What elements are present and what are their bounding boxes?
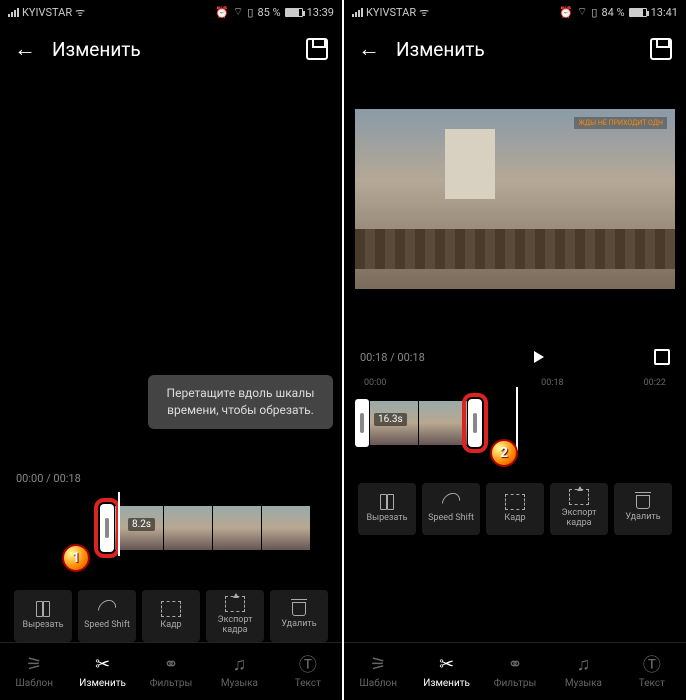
carrier-label: KYIVSTAR: [366, 6, 416, 19]
wifi-icon: ᯤ: [75, 5, 85, 20]
header: ← Изменить: [0, 24, 342, 74]
tool-delete[interactable]: Удалить: [614, 483, 672, 535]
speed-icon: [438, 489, 463, 514]
tool-cut[interactable]: Вырезать: [14, 590, 72, 642]
brush-icon: ⚞: [368, 654, 388, 674]
battery-icon: [629, 8, 647, 17]
nav-filters[interactable]: ⚭Фильтры: [137, 643, 205, 700]
tool-export[interactable]: Экспорт кадра: [206, 590, 264, 642]
header: ← Изменить: [344, 24, 686, 74]
clock-label: 13:41: [651, 6, 678, 19]
back-button[interactable]: ←: [14, 36, 36, 62]
tool-frame[interactable]: Кадр: [486, 483, 544, 535]
clip-duration: 8.2s: [128, 518, 155, 531]
wifi-icon: ᯤ: [419, 5, 429, 20]
battery-percent: 84 %: [601, 6, 624, 19]
nav-template[interactable]: ⚞Шаблон: [0, 643, 68, 700]
bluetooth-icon: ⌔: [233, 5, 243, 19]
clip-duration: 16.3s: [374, 413, 407, 426]
signal-icon: [8, 7, 19, 17]
trim-handle-right[interactable]: [468, 399, 482, 447]
video-preview: [0, 74, 342, 334]
timeline[interactable]: 8.2s 1: [0, 500, 342, 560]
nav-music[interactable]: ♫Музыка: [549, 643, 617, 700]
status-bar: KYIVSTAR ᯤ ⏰ ⌔ ▯ 84 % 13:41: [344, 0, 686, 24]
phone-right: KYIVSTAR ᯤ ⏰ ⌔ ▯ 84 % 13:41 ← Изменить Ж…: [344, 0, 686, 700]
phone-left: KYIVSTAR ᯤ ⏰ ⌔ ▯ 85 % 13:39 ← Изменить 0…: [0, 0, 342, 700]
nav-text[interactable]: ⓉТекст: [618, 643, 686, 700]
tool-row: Вырезать Speed Shift Кадр Экспорт кадра …: [344, 483, 686, 535]
bottom-nav: ⚞Шаблон ✂Изменить ⚭Фильтры ♫Музыка ⓉТекс…: [344, 642, 686, 700]
frame-icon: [505, 494, 525, 510]
scissors-icon: ✂: [93, 654, 113, 674]
page-title: Изменить: [396, 38, 634, 61]
delete-icon: [292, 602, 306, 616]
music-icon: ♫: [573, 654, 593, 674]
tool-row: Вырезать Speed Shift Кадр Экспорт кадра …: [0, 590, 342, 642]
export-icon: [569, 489, 589, 505]
carrier-label: KYIVSTAR: [22, 6, 72, 19]
trim-handle-left[interactable]: [355, 399, 369, 447]
battery-icon: [285, 8, 303, 17]
playhead[interactable]: [118, 492, 120, 556]
save-button[interactable]: [306, 38, 328, 60]
nav-music[interactable]: ♫Музыка: [205, 643, 273, 700]
tool-export[interactable]: Экспорт кадра: [550, 483, 608, 535]
filters-icon: ⚭: [505, 654, 525, 674]
nav-template[interactable]: ⚞Шаблон: [344, 643, 412, 700]
music-icon: ♫: [229, 654, 249, 674]
video-frame: ЖДЫ НЕ ПРИХОДИТ ОДН: [355, 109, 675, 289]
status-bar: KYIVSTAR ᯤ ⏰ ⌔ ▯ 85 % 13:39: [0, 0, 342, 24]
bottom-nav: ⚞Шаблон ✂Изменить ⚭Фильтры ♫Музыка ⓉТекс…: [0, 642, 342, 700]
battery-percent: 85 %: [257, 6, 280, 19]
tool-cut[interactable]: Вырезать: [358, 483, 416, 535]
text-icon: Ⓣ: [298, 654, 318, 674]
nav-filters[interactable]: ⚭Фильтры: [481, 643, 549, 700]
step-badge-2: 2: [490, 439, 518, 467]
cut-icon: [377, 494, 397, 510]
step-badge-1: 1: [62, 544, 90, 572]
tool-speed[interactable]: Speed Shift: [78, 590, 136, 642]
nav-edit[interactable]: ✂Изменить: [68, 643, 136, 700]
timecode-label: 00:18 / 00:18: [360, 351, 425, 364]
trim-handle-left[interactable]: [100, 504, 114, 552]
timecode-label: 00:00 / 00:18: [16, 472, 81, 485]
alarm-icon: ⏰: [559, 6, 573, 19]
speed-icon: [94, 596, 119, 621]
video-overlay-text: ЖДЫ НЕ ПРИХОДИТ ОДН: [574, 117, 667, 129]
brush-icon: ⚞: [24, 654, 44, 674]
save-button[interactable]: [650, 38, 672, 60]
back-button[interactable]: ←: [358, 36, 380, 62]
export-icon: [225, 596, 245, 612]
video-preview[interactable]: ЖДЫ НЕ ПРИХОДИТ ОДН: [344, 104, 686, 294]
bluetooth-icon: ⌔: [577, 5, 587, 19]
tool-frame[interactable]: Кадр: [142, 590, 200, 642]
hint-tooltip: Перетащите вдоль шкалы времени, чтобы об…: [148, 375, 333, 429]
time-row: 00:18 / 00:18: [344, 339, 686, 375]
scissors-icon: ✂: [437, 654, 457, 674]
playhead[interactable]: [516, 387, 518, 451]
frame-icon: [161, 601, 181, 617]
fullscreen-button[interactable]: [654, 349, 670, 365]
vibrate-icon: ▯: [591, 6, 597, 19]
timeline[interactable]: 16.3s 2: [344, 395, 686, 455]
signal-icon: [352, 7, 363, 17]
tool-speed[interactable]: Speed Shift: [422, 483, 480, 535]
time-ruler: 00:00 00:18 00:22: [344, 375, 686, 391]
play-button[interactable]: [534, 351, 544, 363]
nav-text[interactable]: ⓉТекст: [274, 643, 342, 700]
page-title: Изменить: [52, 38, 290, 61]
vibrate-icon: ▯: [247, 6, 253, 19]
nav-edit[interactable]: ✂Изменить: [412, 643, 480, 700]
filters-icon: ⚭: [161, 654, 181, 674]
alarm-icon: ⏰: [215, 6, 229, 19]
time-row: 00:00 / 00:18: [0, 460, 342, 496]
text-icon: Ⓣ: [642, 654, 662, 674]
cut-icon: [33, 601, 53, 617]
tool-delete[interactable]: Удалить: [270, 590, 328, 642]
clock-label: 13:39: [307, 6, 334, 19]
delete-icon: [636, 495, 650, 509]
